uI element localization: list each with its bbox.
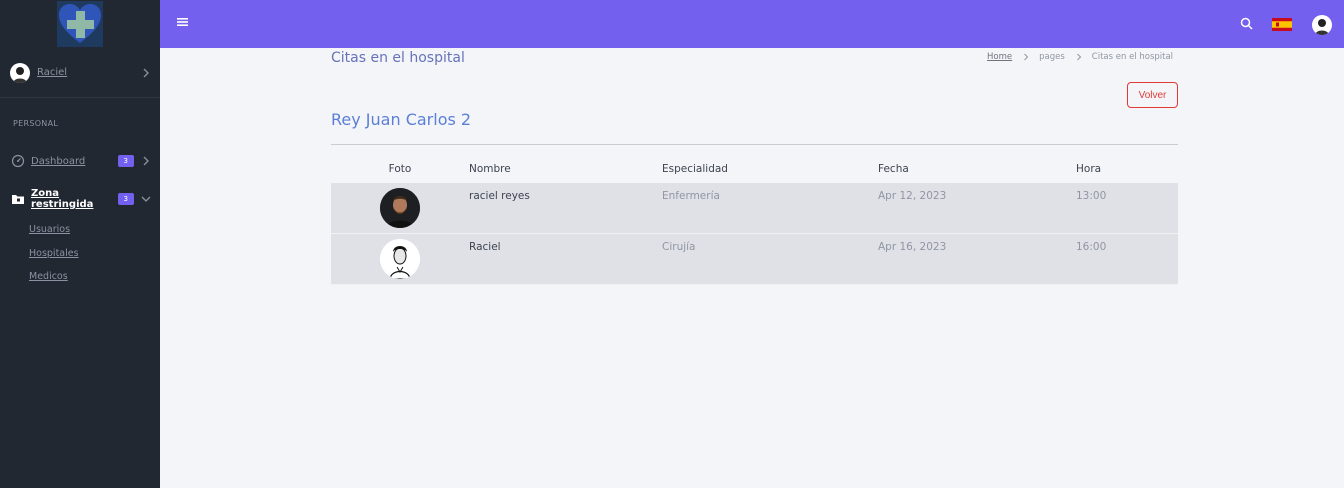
topbar	[160, 0, 1344, 48]
back-button[interactable]: Volver	[1127, 82, 1178, 108]
dashboard-icon	[11, 154, 25, 168]
sidebar-item-label: Dashboard	[31, 155, 86, 167]
sidebar-item-zona-restringida[interactable]: Zona restringida 3	[0, 180, 160, 218]
sidebar-user-name[interactable]: Raciel	[37, 67, 140, 78]
divider	[331, 144, 1178, 145]
chevron-right-icon	[143, 68, 149, 77]
user-avatar	[10, 62, 30, 83]
count-badge: 3	[117, 155, 134, 167]
hospital-logo-icon	[57, 1, 103, 47]
breadcrumb-current: Citas en el hospital	[1091, 52, 1174, 62]
table-header: Foto Nombre Especialidad Fecha Hora	[331, 155, 1178, 183]
cell-especialidad: Cirujía	[662, 241, 696, 253]
column-header-fecha: Fecha	[878, 163, 909, 175]
sidebar: Raciel PERSONAL Dashboard 3 Zona restrin…	[0, 0, 160, 488]
cell-nombre: raciel reyes	[469, 190, 530, 202]
count-badge: 3	[117, 193, 134, 205]
column-header-hora: Hora	[1076, 163, 1102, 175]
chevron-down-icon	[141, 196, 151, 202]
submenu: Usuarios Hospitales Medicos	[0, 218, 160, 289]
breadcrumb-home-link[interactable]: Home	[987, 52, 1012, 62]
page-title: Citas en el hospital	[331, 50, 465, 66]
cell-nombre: Raciel	[469, 241, 501, 253]
chevron-right-icon	[1024, 53, 1029, 61]
breadcrumb-item: pages	[1039, 52, 1065, 62]
chevron-right-icon	[143, 156, 149, 166]
user-avatar[interactable]	[1312, 15, 1332, 35]
column-header-especialidad: Especialidad	[662, 163, 728, 175]
cell-fecha: Apr 16, 2023	[878, 241, 947, 253]
cell-especialidad: Enfermería	[662, 190, 720, 202]
cell-hora: 16:00	[1076, 241, 1107, 253]
table-row[interactable]: raciel reyes Enfermería Apr 12, 2023 13:…	[331, 183, 1178, 234]
column-header-foto: Foto	[388, 163, 412, 175]
cell-hora: 13:00	[1076, 190, 1107, 202]
sidebar-item-usuarios[interactable]: Usuarios	[29, 218, 160, 242]
folder-icon	[12, 195, 24, 204]
section-label: PERSONAL	[13, 119, 59, 128]
sidebar-item-hospitales[interactable]: Hospitales	[29, 242, 160, 266]
hospital-name: Rey Juan Carlos 2	[331, 110, 472, 129]
appointments-table: Foto Nombre Especialidad Fecha Hora raci…	[331, 155, 1178, 285]
column-header-nombre: Nombre	[469, 163, 511, 175]
sidebar-item-medicos[interactable]: Medicos	[29, 265, 160, 289]
sidebar-item-label: Zona restringida	[31, 188, 94, 210]
sidebar-user[interactable]: Raciel	[0, 48, 160, 98]
breadcrumb: Home pages Citas en el hospital	[987, 52, 1173, 62]
spain-flag-icon[interactable]	[1272, 18, 1292, 31]
photo-cell	[331, 183, 469, 233]
doctor-photo	[380, 239, 420, 279]
search-icon[interactable]	[1240, 17, 1253, 30]
sidebar-item-dashboard[interactable]: Dashboard 3	[0, 142, 160, 180]
menu-icon[interactable]	[177, 17, 188, 27]
chevron-right-icon	[1076, 53, 1081, 61]
table-row[interactable]: Raciel Cirujía Apr 16, 2023 16:00	[331, 234, 1178, 285]
photo-cell	[331, 234, 469, 284]
doctor-photo	[380, 188, 420, 228]
cell-fecha: Apr 12, 2023	[878, 190, 947, 202]
logo-area[interactable]	[0, 0, 160, 48]
